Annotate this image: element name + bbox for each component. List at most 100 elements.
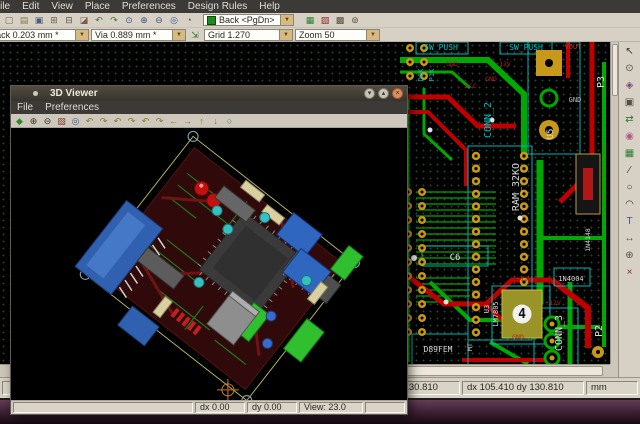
pcb-label: GND [569,96,582,104]
pcb-label: SW_PUSH [424,43,458,52]
rotate-z-pos-button[interactable]: ↷ [153,114,166,127]
save-board-icon: ▣ [35,13,44,27]
cursor-button[interactable]: ↖ [622,44,638,60]
pcb-label: +12V [545,299,561,307]
new-board-button[interactable]: ▢ [2,13,16,27]
zoom-value: Zoom 50 [295,29,367,41]
menu-item-preferences[interactable]: Preferences [39,102,105,113]
auto-track-width-button[interactable]: ⇲ [188,28,202,42]
move-left-button[interactable]: ← [167,114,180,127]
menu-item-file[interactable]: File [0,0,16,13]
vertical-scrollbar[interactable] [610,42,618,364]
menu-item-design-rules[interactable]: Design Rules [182,0,253,13]
layer-manager-button[interactable]: ▦ [303,13,317,27]
rotate-y-pos-button[interactable]: ↷ [125,114,138,127]
track-width-combo[interactable]: Track 0.203 mm * ▼ [0,29,89,41]
menu-item-view[interactable]: View [45,0,79,13]
move-right-icon: → [183,114,192,128]
menu-item-edit[interactable]: Edit [16,0,45,13]
pcb-label: GND [512,333,524,341]
grid-combo[interactable]: Grid 1.270 ▼ [204,29,293,41]
open-board-icon: ▤ [20,13,29,27]
window-menu-icon[interactable] [33,91,38,96]
ortho-view-button[interactable]: ○ [223,114,236,127]
find-button[interactable]: ◔ [182,13,196,27]
status-units: mm [586,381,638,395]
add-footprint-button[interactable]: ▣ [622,95,638,111]
open-board-button[interactable]: ▤ [17,13,31,27]
rotate-y-neg-button[interactable]: ↶ [111,114,124,127]
magnetic-pad-button[interactable]: ⊚ [348,13,362,27]
menu-item-preferences[interactable]: Preferences [116,0,182,13]
add-zone-button[interactable]: ▦ [622,146,638,162]
viewer-3d-toolbar-icons: ◆⊕⊖▧◎↶↷↶↷↶↷←→↑↓○ [13,114,236,127]
layer-selector[interactable]: Back <PgDn> ▼ [203,14,294,26]
add-line-button[interactable]: ∕ [622,163,638,179]
pcb-label: U5 [546,129,556,140]
magnetic-pad-icon: ⊚ [351,13,359,27]
menu-item-file[interactable]: File [11,102,39,113]
reload-board-button[interactable]: ◆ [13,114,26,127]
redo-button[interactable]: ↷ [107,13,121,27]
add-circle-icon: ○ [626,181,632,195]
via-size-dropdown[interactable]: ▼ [173,29,186,41]
page-settings-button[interactable]: ⊞ [47,13,61,27]
local-ratsnest-button[interactable]: ◈ [622,78,638,94]
add-via-button[interactable]: ◉ [622,129,638,145]
viewer-3d-titlebar[interactable]: 3D Viewer ▾ ▴ × [11,86,407,101]
main-toolbar-right-icons: ▦▨▩ ⊚ [303,13,362,27]
print-button[interactable]: ⊟ [62,13,76,27]
maximize-button[interactable]: ▴ [378,88,389,99]
rotate-x-neg-button[interactable]: ↶ [83,114,96,127]
delete-item-button[interactable]: × [622,265,638,281]
zoom-out-button[interactable]: ⊖ [41,114,54,127]
zoom-fit-button[interactable]: ◎ [69,114,82,127]
close-button[interactable]: × [392,88,403,99]
track-mode-button[interactable]: ▩ [333,13,347,27]
minimize-button[interactable]: ▾ [364,88,375,99]
plot-button[interactable]: ◪ [77,13,91,27]
pcb-label: GND [485,75,497,83]
rotate-y-pos-icon: ↷ [128,114,136,128]
route-track-button[interactable]: ⇄ [622,112,638,128]
zoom-dropdown[interactable]: ▼ [367,29,380,41]
move-right-button[interactable]: → [181,114,194,127]
module-mode-button[interactable]: ▨ [318,13,332,27]
add-target-button[interactable]: ⊕ [622,248,638,264]
rotate-x-pos-button[interactable]: ↷ [97,114,110,127]
add-text-button[interactable]: T [622,214,638,230]
add-arc-button[interactable]: ◠ [622,197,638,213]
menu-item-place[interactable]: Place [79,0,116,13]
rotate-z-neg-button[interactable]: ↶ [139,114,152,127]
highlight-net-button[interactable]: ⊙ [622,61,638,77]
via-size-combo[interactable]: Via 0.889 mm * ▼ [91,29,186,41]
zoom-in-button[interactable]: ⊕ [27,114,40,127]
zoom-combo[interactable]: Zoom 50 ▼ [295,29,380,41]
undo-button[interactable]: ↶ [92,13,106,27]
layer-selector-dropdown[interactable]: ▼ [281,14,294,26]
add-circle-button[interactable]: ○ [622,180,638,196]
track-width-dropdown[interactable]: ▼ [76,29,89,41]
pcb-label: +12V [495,60,511,68]
move-down-button[interactable]: ↓ [209,114,222,127]
pcb-label: GND [446,60,458,68]
rotate-y-neg-icon: ↶ [114,114,122,128]
zoom-out-button[interactable]: ⊖ [152,13,166,27]
redraw-icon: ▧ [57,114,66,128]
move-up-button[interactable]: ↑ [195,114,208,127]
save-board-button[interactable]: ▣ [32,13,46,27]
zoom-out-icon: ⊖ [44,114,52,128]
zoom-fit-button[interactable]: ◎ [167,13,181,27]
pcb-3d-render [11,128,407,401]
menu-item-help[interactable]: Help [253,0,286,13]
pcb-label: CONN_3 [554,315,565,351]
zoom-in-button[interactable]: ⊕ [137,13,151,27]
zoom-in-icon: ⊕ [30,114,38,128]
delete-item-icon: × [627,266,633,280]
right-toolbar-icons: ↖⊙◈▣⇄◉▦∕ ○ ◠T↔⊕ × [622,44,638,281]
viewer-3d-canvas[interactable] [11,128,407,401]
redraw-button[interactable]: ▧ [55,114,68,127]
refresh-button[interactable]: ⊙ [122,13,136,27]
add-dimension-button[interactable]: ↔ [622,231,638,247]
grid-dropdown[interactable]: ▼ [280,29,293,41]
